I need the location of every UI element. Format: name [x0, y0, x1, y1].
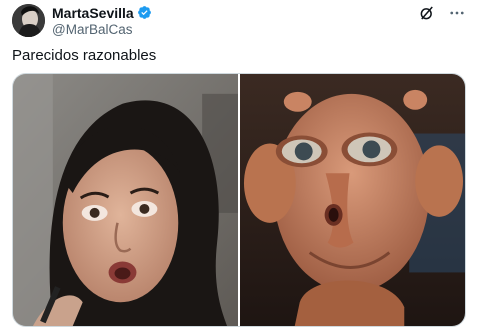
tweet[interactable]: MartaSevilla @MarBalCas Parecidos razona… — [0, 0, 478, 331]
author-handle[interactable]: @MarBalCas — [52, 22, 152, 37]
more-icon[interactable] — [448, 4, 466, 22]
tweet-text: Parecidos razonables — [12, 47, 157, 64]
grok-icon[interactable] — [418, 4, 436, 22]
media-grid — [12, 73, 466, 327]
author-display-name[interactable]: MartaSevilla — [52, 5, 134, 21]
media-photo-alien[interactable] — [240, 74, 465, 326]
media-photo-woman[interactable] — [13, 74, 238, 326]
verified-badge-icon — [137, 5, 152, 20]
avatar[interactable] — [12, 4, 45, 37]
